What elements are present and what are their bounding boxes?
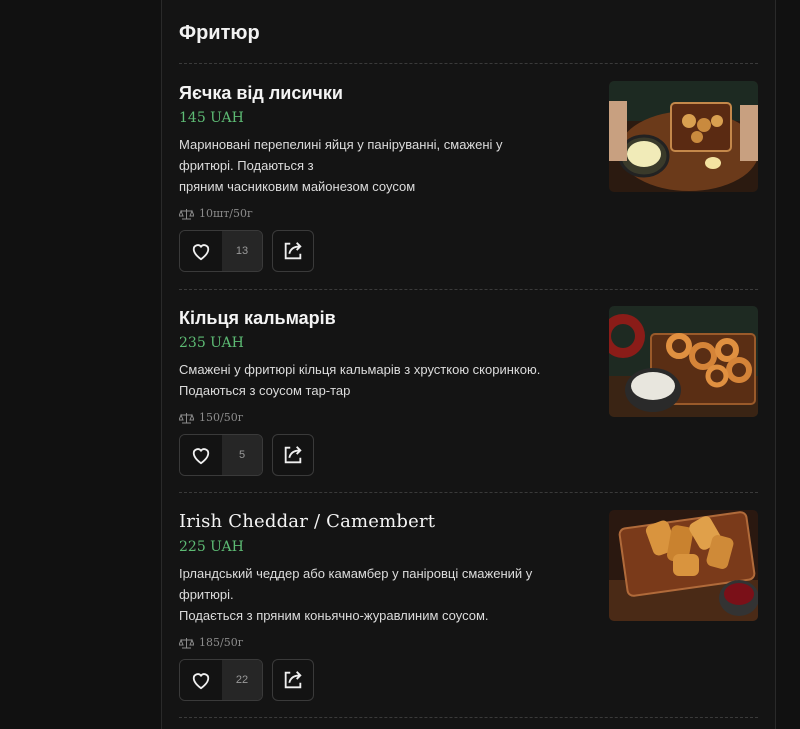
divider — [179, 289, 758, 290]
like-count: 13 — [222, 231, 262, 271]
item-description: Мариновані перепелині яйця у паніруванні… — [179, 134, 579, 197]
share-button[interactable] — [272, 659, 314, 701]
item-actions: 22 — [179, 659, 758, 701]
item-description: Ірландський чеддер або камамбер у паніро… — [179, 563, 579, 626]
item-weight-value: 10шт/50г — [199, 207, 253, 220]
scales-icon — [179, 412, 194, 423]
like-button[interactable]: 5 — [179, 434, 263, 476]
divider — [179, 717, 758, 718]
item-photo-quail-eggs — [609, 81, 758, 192]
item-description-line: Подається з пряним коньячно-журавлиним с… — [179, 608, 489, 623]
item-weight-value: 150/50г — [199, 411, 244, 424]
like-count: 5 — [222, 435, 262, 475]
item-description-line: Мариновані перепелині яйця у паніруванні… — [179, 137, 503, 152]
item-description-line: пряним часниковим майонезом соусом — [179, 179, 416, 194]
item-description-line: Смажені у фритюрі кільця кальмарів з хру… — [179, 362, 541, 377]
like-button[interactable]: 13 — [179, 230, 263, 272]
item-weight: 185/50г — [179, 636, 758, 649]
section-title: Фритюр — [179, 22, 260, 44]
item-photo-squid-rings — [609, 306, 758, 417]
divider — [179, 492, 758, 493]
item-description: Смажені у фритюрі кільця кальмарів з хру… — [179, 359, 579, 401]
heart-icon[interactable] — [180, 435, 222, 475]
item-actions: 5 — [179, 434, 758, 476]
like-button[interactable]: 22 — [179, 659, 263, 701]
scales-icon — [179, 208, 194, 219]
item-description-line: Ірландський чеддер або камамбер у паніро… — [179, 566, 533, 581]
share-button[interactable] — [272, 434, 314, 476]
divider — [179, 63, 758, 64]
item-description-line: Подаються з соусом тар-тар — [179, 383, 351, 398]
item-photo-cheese — [609, 510, 758, 621]
item-weight: 10шт/50г — [179, 207, 758, 220]
item-weight-value: 185/50г — [199, 636, 244, 649]
share-icon — [284, 671, 302, 689]
share-button[interactable] — [272, 230, 314, 272]
item-description-line: фритюрі. Подаються з — [179, 158, 314, 173]
item-description-line: фритюрі. — [179, 587, 234, 602]
share-icon — [284, 242, 302, 260]
menu-column: Фритюр Яєчка від лисички 145 UAH Маринов… — [161, 0, 776, 729]
heart-icon[interactable] — [180, 660, 222, 700]
heart-icon[interactable] — [180, 231, 222, 271]
item-actions: 13 — [179, 230, 758, 272]
like-count: 22 — [222, 660, 262, 700]
scales-icon — [179, 637, 194, 648]
share-icon — [284, 446, 302, 464]
